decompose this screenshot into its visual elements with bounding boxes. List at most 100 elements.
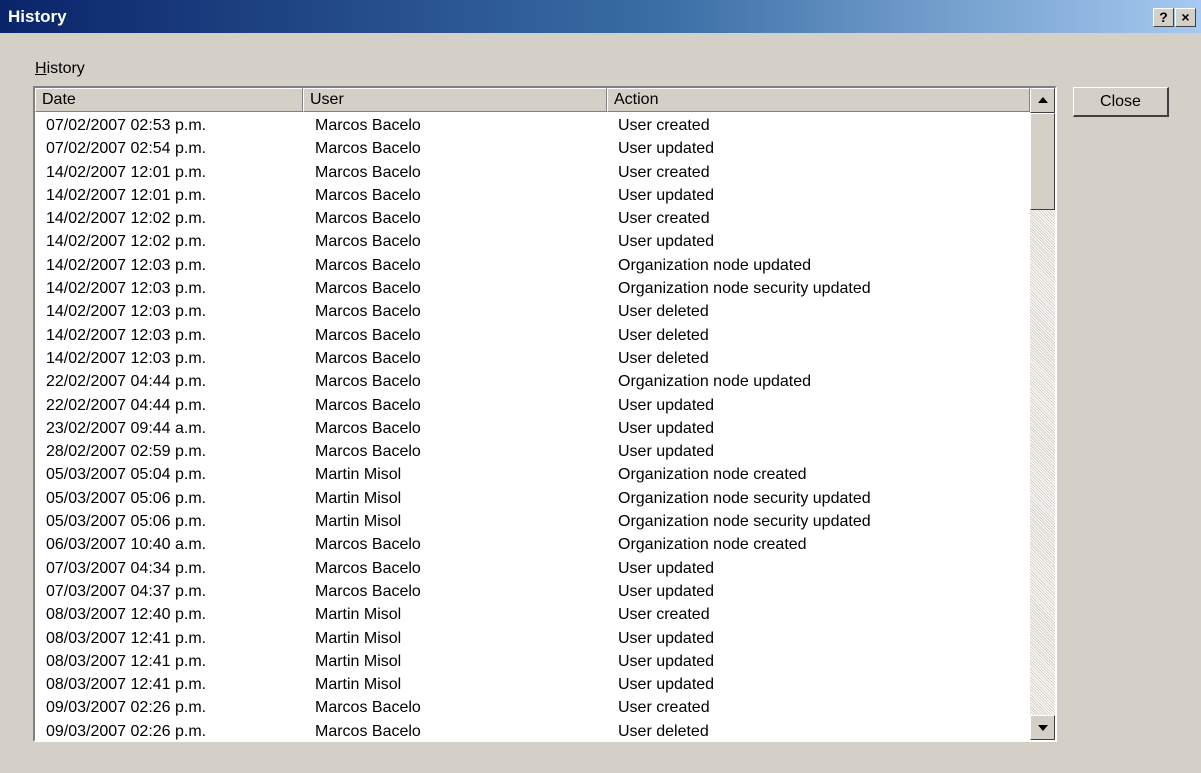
table-row[interactable]: 07/03/2007 04:34 p.m. Marcos Bacelo User u… (35, 557, 1030, 580)
table-row[interactable]: 14/02/2007 12:03 p.m. Marcos Bacelo User d… (35, 324, 1030, 347)
scroll-up-button[interactable] (1030, 88, 1055, 113)
date-cell: 07/03/2007 04:37 p.m. (46, 582, 207, 600)
table-row[interactable]: 14/02/2007 12:01 p.m. Marcos Bacelo User u… (35, 184, 1030, 207)
date-cell: 05/03/2007 05:06 p.m. (46, 513, 207, 531)
table-row[interactable]: 05/03/2007 05:06 p.m. Martin Misol Organiz… (35, 510, 1030, 533)
date-cell: 22/02/2007 04:44 p.m. (46, 396, 207, 414)
user-cell: Marcos Bacelo (315, 140, 421, 158)
user-cell: Marcos Bacelo (315, 559, 421, 577)
date-cell: 14/02/2007 12:03 p.m. (46, 256, 207, 274)
date-cell: 14/02/2007 12:03 p.m. (46, 280, 207, 298)
window-title: History (8, 7, 67, 26)
user-cell: Marcos Bacelo (315, 443, 421, 461)
table-row[interactable]: 08/03/2007 12:41 p.m. Martin Misol User up… (35, 650, 1030, 673)
date-cell: 14/02/2007 12:02 p.m. (46, 233, 207, 251)
list-header: Date User Action (35, 88, 1030, 112)
user-cell: Marcos Bacelo (315, 536, 421, 554)
help-button[interactable]: ? (1153, 8, 1174, 27)
table-row[interactable]: 09/03/2007 02:26 p.m. Marcos Bacelo User d… (35, 720, 1030, 740)
user-cell: Marcos Bacelo (315, 256, 421, 274)
user-cell: Martin Misol (315, 652, 402, 670)
table-row[interactable]: 14/02/2007 12:02 p.m. Marcos Bacelo User c… (35, 207, 1030, 230)
table-row[interactable]: 22/02/2007 04:44 p.m. Marcos Bacelo Organi… (35, 370, 1030, 393)
user-cell: Martin Misol (315, 629, 402, 647)
date-cell: 06/03/2007 10:40 a.m. (46, 536, 207, 554)
action-cell: User deleted (618, 349, 709, 367)
history-label-rest: istory (46, 60, 85, 77)
table-row[interactable]: 14/02/2007 12:03 p.m. Marcos Bacelo User d… (35, 347, 1030, 370)
date-cell: 09/03/2007 02:26 p.m. (46, 699, 207, 717)
user-cell: Marcos Bacelo (315, 326, 421, 344)
table-row[interactable]: 08/03/2007 12:40 p.m. Martin Misol User cr… (35, 603, 1030, 626)
user-cell: Marcos Bacelo (315, 163, 421, 181)
user-cell: Marcos Bacelo (315, 186, 421, 204)
action-cell: Organization node updated (618, 256, 812, 274)
date-cell: 14/02/2007 12:01 p.m. (46, 186, 207, 204)
user-cell: Marcos Bacelo (315, 210, 421, 228)
user-cell: Martin Misol (315, 676, 402, 694)
action-cell: User updated (618, 629, 715, 647)
table-row[interactable]: 08/03/2007 12:41 p.m. Martin Misol User up… (35, 673, 1030, 696)
table-row[interactable]: 14/02/2007 12:03 p.m. Marcos Bacelo Organi… (35, 254, 1030, 277)
table-row[interactable]: 09/03/2007 02:26 p.m. Marcos Bacelo User c… (35, 696, 1030, 719)
list-rows: 07/02/2007 02:53 p.m. Marcos Bacelo User c… (35, 114, 1030, 740)
action-cell: User updated (618, 186, 715, 204)
table-row[interactable]: 23/02/2007 09:44 a.m. Marcos Bacelo User u… (35, 417, 1030, 440)
date-cell: 14/02/2007 12:03 p.m. (46, 326, 207, 344)
action-cell: User deleted (618, 722, 709, 740)
action-cell: Organization node created (618, 466, 807, 484)
action-cell: User deleted (618, 303, 709, 321)
table-row[interactable]: 22/02/2007 04:44 p.m. Marcos Bacelo User u… (35, 394, 1030, 417)
arrow-up-icon (1038, 97, 1048, 103)
table-row[interactable]: 14/02/2007 12:03 p.m. Marcos Bacelo User d… (35, 300, 1030, 323)
action-cell: User created (618, 117, 710, 134)
table-row[interactable]: 14/02/2007 12:03 p.m. Marcos Bacelo Organi… (35, 277, 1030, 300)
table-row[interactable]: 07/02/2007 02:53 p.m. Marcos Bacelo User c… (35, 114, 1030, 137)
date-cell: 09/03/2007 02:26 p.m. (46, 722, 207, 740)
user-cell: Marcos Bacelo (315, 699, 421, 717)
history-group-label: History (35, 60, 85, 78)
user-cell: Marcos Bacelo (315, 582, 421, 600)
table-row[interactable]: 07/02/2007 02:54 p.m. Marcos Bacelo User u… (35, 137, 1030, 160)
user-cell: Marcos Bacelo (315, 280, 421, 298)
user-cell: Martin Misol (315, 489, 402, 507)
scroll-thumb[interactable] (1030, 113, 1055, 210)
table-row[interactable]: 14/02/2007 12:01 p.m. Marcos Bacelo User c… (35, 161, 1030, 184)
date-cell: 14/02/2007 12:02 p.m. (46, 210, 207, 228)
table-row[interactable]: 06/03/2007 10:40 a.m. Marcos Bacelo Organi… (35, 533, 1030, 556)
user-cell: Marcos Bacelo (315, 373, 421, 391)
date-cell: 08/03/2007 12:40 p.m. (46, 606, 207, 624)
column-header-action[interactable]: Action (607, 88, 1030, 112)
action-cell: User updated (618, 652, 715, 670)
scroll-down-button[interactable] (1030, 715, 1055, 740)
date-cell: 08/03/2007 12:41 p.m. (46, 676, 207, 694)
action-cell: User updated (618, 582, 715, 600)
action-cell: User created (618, 699, 710, 717)
arrow-down-icon (1038, 725, 1048, 731)
table-row[interactable]: 08/03/2007 12:41 p.m. Martin Misol User up… (35, 627, 1030, 650)
vertical-scrollbar[interactable] (1030, 88, 1055, 740)
date-cell: 07/02/2007 02:53 p.m. (46, 117, 207, 134)
user-cell: Marcos Bacelo (315, 722, 421, 740)
table-row[interactable]: 28/02/2007 02:59 p.m. Marcos Bacelo User u… (35, 440, 1030, 463)
close-button[interactable]: Close (1073, 87, 1169, 117)
user-cell: Martin Misol (315, 513, 402, 531)
action-cell: User updated (618, 419, 715, 437)
action-cell: User updated (618, 396, 715, 414)
user-cell: Marcos Bacelo (315, 419, 421, 437)
column-header-date[interactable]: Date (35, 88, 303, 112)
user-cell: Marcos Bacelo (315, 117, 421, 134)
history-label-accelerator: H (35, 60, 47, 77)
action-cell: Organization node updated (618, 373, 812, 391)
table-row[interactable]: 14/02/2007 12:02 p.m. Marcos Bacelo User u… (35, 230, 1030, 253)
action-cell: Organization node created (618, 536, 807, 554)
action-cell: Organization node security updated (618, 513, 871, 531)
window-close-button[interactable]: × (1175, 8, 1196, 27)
history-list[interactable]: Date User Action 07/02/2007 02:53 p.m. Ma… (33, 86, 1057, 742)
table-row[interactable]: 05/03/2007 05:04 p.m. Martin Misol Organiz… (35, 463, 1030, 486)
column-header-user[interactable]: User (303, 88, 607, 112)
table-row[interactable]: 05/03/2007 05:06 p.m. Martin Misol Organiz… (35, 487, 1030, 510)
action-cell: Organization node security updated (618, 489, 871, 507)
table-row[interactable]: 07/03/2007 04:37 p.m. Marcos Bacelo User u… (35, 580, 1030, 603)
date-cell: 28/02/2007 02:59 p.m. (46, 443, 207, 461)
